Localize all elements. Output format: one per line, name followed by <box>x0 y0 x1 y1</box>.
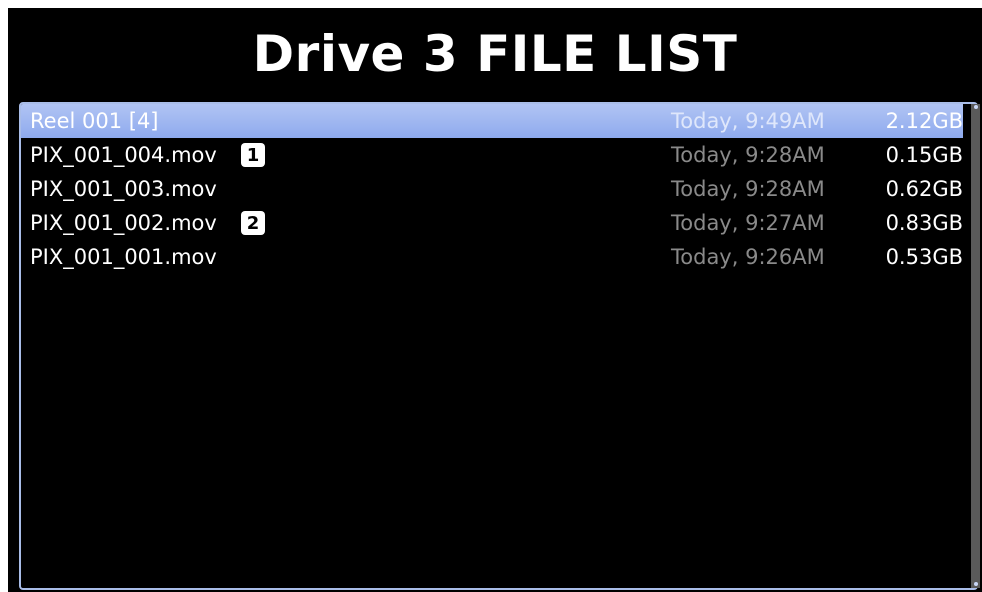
file-date: Today, 9:49AM <box>671 109 825 133</box>
file-row-reel[interactable]: Reel 001 [4] Today, 9:49AM 2.12GB <box>21 104 963 138</box>
file-row[interactable]: PIX_001_001.mov Today, 9:26AM 0.53GB <box>21 240 963 274</box>
file-size: 2.12GB <box>885 109 963 133</box>
file-name: PIX_001_002.mov <box>30 211 217 235</box>
file-size: 0.83GB <box>885 211 963 235</box>
file-row[interactable]: PIX_001_004.mov 1 Today, 9:28AM 0.15GB <box>21 138 963 172</box>
file-name: PIX_001_001.mov <box>30 245 217 269</box>
file-date: Today, 9:28AM <box>671 143 825 167</box>
marker-badge: 1 <box>241 143 265 167</box>
screen: Drive 3 FILE LIST Reel 001 [4] Today, 9:… <box>8 8 982 592</box>
file-date: Today, 9:28AM <box>671 177 825 201</box>
page-title: Drive 3 FILE LIST <box>252 25 738 83</box>
scroll-down-indicator[interactable] <box>974 582 978 586</box>
scrollbar[interactable] <box>971 104 980 588</box>
file-list[interactable]: Reel 001 [4] Today, 9:49AM 2.12GB PIX_00… <box>19 102 978 590</box>
file-name: PIX_001_004.mov <box>30 143 217 167</box>
scroll-up-indicator[interactable] <box>974 105 978 109</box>
file-name: Reel 001 [4] <box>30 109 159 133</box>
file-date: Today, 9:27AM <box>671 211 825 235</box>
file-name: PIX_001_003.mov <box>30 177 217 201</box>
file-size: 0.15GB <box>885 143 963 167</box>
file-size: 0.62GB <box>885 177 963 201</box>
file-row[interactable]: PIX_001_002.mov 2 Today, 9:27AM 0.83GB <box>21 206 963 240</box>
file-date: Today, 9:26AM <box>671 245 825 269</box>
marker-badge: 2 <box>241 211 265 235</box>
file-row[interactable]: PIX_001_003.mov Today, 9:28AM 0.62GB <box>21 172 963 206</box>
file-size: 0.53GB <box>885 245 963 269</box>
